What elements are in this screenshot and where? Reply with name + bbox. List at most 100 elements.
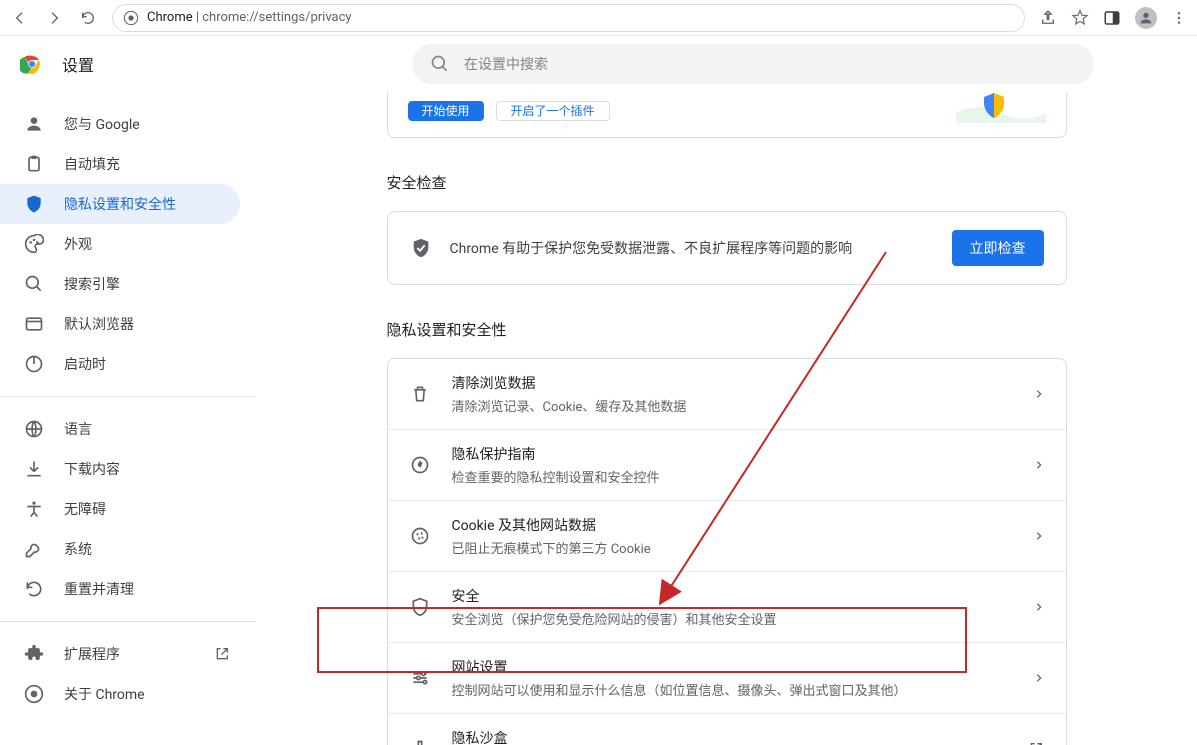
section-safety-check: 安全检查 (387, 172, 1067, 193)
sidebar-item-system[interactable]: 系统 (0, 529, 240, 569)
person-icon (24, 114, 44, 134)
chevron-right-icon (1034, 602, 1044, 612)
sidebar-item-extensions[interactable]: 扩展程序 (0, 634, 240, 674)
row-clear-browsing-data[interactable]: 清除浏览数据清除浏览记录、Cookie、缓存及其他数据 (388, 359, 1066, 429)
sidebar-item-about[interactable]: 关于 Chrome (0, 674, 240, 714)
chevron-right-icon (1034, 673, 1044, 683)
row-title: 清除浏览数据 (452, 373, 1012, 393)
profile-avatar[interactable] (1135, 7, 1157, 29)
app-title: 设置 (62, 52, 94, 76)
url-text: Chrome | chrome://settings/privacy (147, 10, 352, 25)
search-icon (430, 54, 450, 74)
chevron-right-icon (1034, 460, 1044, 470)
flask-icon (410, 739, 430, 745)
sidebar-item-label: 启动时 (64, 354, 106, 374)
browser-icon (24, 314, 44, 334)
share-icon[interactable] (1039, 9, 1057, 27)
sidebar-item-appearance[interactable]: 外观 (0, 224, 240, 264)
sidebar-item-label: 重置并清理 (64, 579, 134, 599)
search-icon (24, 274, 44, 294)
sidebar-item-reset[interactable]: 重置并清理 (0, 569, 240, 609)
sidebar-item-label: 默认浏览器 (64, 314, 134, 334)
sidebar-item-privacy[interactable]: 隐私设置和安全性 (0, 184, 240, 224)
globe-icon (24, 419, 44, 439)
row-sub: 清除浏览记录、Cookie、缓存及其他数据 (452, 396, 1012, 415)
shield-outline-icon (410, 597, 430, 617)
row-title: 隐私保护指南 (452, 444, 1012, 464)
back-button[interactable] (10, 8, 30, 28)
sidebar-item-label: 扩展程序 (64, 644, 120, 664)
row-privacy-sandbox[interactable]: 隐私沙盒试用版功能已开启 (388, 713, 1066, 745)
row-title: Cookie 及其他网站数据 (452, 515, 1012, 535)
sidebar-item-label: 下载内容 (64, 459, 120, 479)
sidepanel-icon[interactable] (1103, 9, 1121, 27)
pill-secondary[interactable]: 开启了一个插件 (496, 101, 610, 121)
sidebar-item-label: 搜索引擎 (64, 274, 120, 294)
sidebar-item-label: 系统 (64, 539, 92, 559)
accessibility-icon (24, 499, 44, 519)
safety-check-card: Chrome 有助于保护您免受数据泄露、不良扩展程序等问题的影响 立即检查 (387, 211, 1067, 285)
compass-icon (410, 455, 430, 475)
chevron-right-icon (1034, 531, 1044, 541)
chrome-icon (123, 10, 139, 26)
search-placeholder: 在设置中搜索 (464, 54, 548, 74)
palette-icon (24, 234, 44, 254)
row-privacy-guide[interactable]: 隐私保护指南检查重要的隐私控制设置和安全控件 (388, 429, 1066, 500)
safety-check-text: Chrome 有助于保护您免受数据泄露、不良扩展程序等问题的影响 (450, 238, 934, 258)
row-sub: 已阻止无痕模式下的第三方 Cookie (452, 538, 1012, 557)
clipboard-icon (24, 154, 44, 174)
sidebar-item-downloads[interactable]: 下载内容 (0, 449, 240, 489)
sidebar-item-accessibility[interactable]: 无障碍 (0, 489, 240, 529)
launch-icon (1028, 741, 1044, 745)
row-cookies[interactable]: Cookie 及其他网站数据已阻止无痕模式下的第三方 Cookie (388, 500, 1066, 571)
sidebar-separator (0, 396, 256, 397)
section-privacy: 隐私设置和安全性 (387, 319, 1067, 340)
sidebar-item-label: 您与 Google (64, 114, 140, 134)
download-icon (24, 459, 44, 479)
check-now-button[interactable]: 立即检查 (952, 230, 1044, 266)
reload-button[interactable] (78, 8, 98, 28)
sidebar-item-autofill[interactable]: 自动填充 (0, 144, 240, 184)
trash-icon (410, 384, 430, 404)
sidebar-item-label: 自动填充 (64, 154, 120, 174)
settings-search[interactable]: 在设置中搜索 (412, 44, 1094, 84)
sidebar-item-label: 无障碍 (64, 499, 106, 519)
chrome-grey-icon (24, 684, 44, 704)
launch-icon (214, 646, 230, 662)
sidebar-item-label: 外观 (64, 234, 92, 254)
chrome-logo-icon (20, 52, 44, 76)
wrench-icon (24, 539, 44, 559)
row-title: 隐私沙盒 (452, 728, 1006, 745)
bookmark-icon[interactable] (1071, 9, 1089, 27)
sidebar-item-language[interactable]: 语言 (0, 409, 240, 449)
sidebar-item-label: 语言 (64, 419, 92, 439)
shield-icon (24, 194, 44, 214)
shield-graphic (956, 99, 1046, 123)
forward-button[interactable] (44, 8, 64, 28)
sidebar-item-search[interactable]: 搜索引擎 (0, 264, 240, 304)
top-info-card: 开始使用 开启了一个插件 (387, 92, 1067, 138)
sidebar-item-startup[interactable]: 启动时 (0, 344, 240, 384)
cookie-icon (410, 526, 430, 546)
tune-icon (410, 668, 430, 688)
row-title: 安全 (452, 586, 1012, 606)
row-security[interactable]: 安全安全浏览（保护您免受危险网站的侵害）和其他安全设置 (388, 571, 1066, 642)
row-sub: 控制网站可以使用和显示什么信息（如位置信息、摄像头、弹出式窗口及其他） (452, 680, 1012, 699)
row-site-settings[interactable]: 网站设置控制网站可以使用和显示什么信息（如位置信息、摄像头、弹出式窗口及其他） (388, 642, 1066, 713)
menu-icon[interactable] (1171, 10, 1187, 26)
sidebar-item-label: 隐私设置和安全性 (64, 194, 176, 214)
row-sub: 检查重要的隐私控制设置和安全控件 (452, 467, 1012, 486)
row-sub: 安全浏览（保护您免受危险网站的侵害）和其他安全设置 (452, 609, 1012, 628)
chevron-right-icon (1034, 389, 1044, 399)
url-bar[interactable]: Chrome | chrome://settings/privacy (112, 4, 1025, 32)
sidebar-separator (0, 621, 256, 622)
sidebar-item-label: 关于 Chrome (64, 684, 145, 704)
extension-icon (24, 644, 44, 664)
sidebar-item-default-browser[interactable]: 默认浏览器 (0, 304, 240, 344)
shield-check-icon (410, 237, 432, 259)
restore-icon (24, 579, 44, 599)
row-title: 网站设置 (452, 657, 1012, 677)
power-icon (24, 354, 44, 374)
pill-primary[interactable]: 开始使用 (408, 101, 484, 121)
sidebar-item-you-google[interactable]: 您与 Google (0, 104, 240, 144)
